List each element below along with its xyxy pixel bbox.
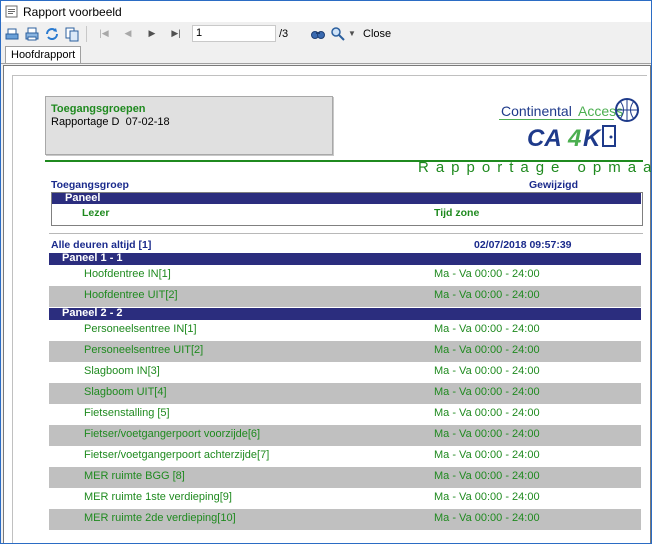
refresh-icon — [46, 27, 58, 40]
reader-time-zone: Ma - Va 00:00 - 24:00 — [434, 323, 540, 335]
last-page-icon[interactable]: ▶| — [164, 28, 188, 39]
reader-time-zone: Ma - Va 00:00 - 24:00 — [434, 512, 540, 524]
table-row: Fietser/voetgangerpoort voorzijde[6] Ma … — [49, 425, 641, 446]
export-icon — [65, 27, 79, 41]
reader-door-name: Fietsenstalling [5] — [84, 407, 170, 419]
svg-text:Continental: Continental — [501, 103, 572, 119]
header-divider — [49, 233, 643, 234]
next-page-icon[interactable]: ▶ — [140, 28, 164, 39]
table-row: MER ruimte 1ste verdieping[9] Ma - Va 00… — [49, 488, 641, 509]
tab-hoofdrapport[interactable]: Hoofdrapport — [5, 46, 82, 63]
print-icon — [25, 27, 39, 40]
report-title: Rapportage opmaak — [418, 159, 652, 176]
table-row: Slagboom UIT[4] Ma - Va 00:00 - 24:00 — [49, 383, 641, 404]
reader-time-zone: Ma - Va 00:00 - 24:00 — [434, 449, 540, 461]
report-header-box: Toegangsgroepen Rapportage D 07-02-18 — [45, 96, 333, 155]
reader-time-zone: Ma - Va 00:00 - 24:00 — [434, 344, 540, 356]
reader-door-name: MER ruimte BGG [8] — [84, 470, 185, 482]
reader-time-zone: Ma - Va 00:00 - 24:00 — [434, 268, 540, 280]
print-setup-button[interactable] — [3, 25, 21, 43]
toolbar-separator — [86, 25, 87, 42]
reader-door-name: Slagboom IN[3] — [84, 365, 160, 377]
report-window: Rapport voorbeeld |◀ ◀ ▶ ▶| 1 /3 ▼ Close… — [0, 0, 652, 544]
svg-text:CA: CA — [527, 125, 562, 152]
group-changed-date: 02/07/2018 09:57:39 — [474, 239, 572, 251]
export-button[interactable] — [63, 25, 81, 43]
column-panel-label: Paneel — [65, 192, 101, 204]
table-row: Hoofdentree UIT[2] Ma - Va 00:00 - 24:00 — [49, 286, 641, 307]
reader-time-zone: Ma - Va 00:00 - 24:00 — [434, 428, 540, 440]
first-page-icon[interactable]: |◀ — [92, 28, 116, 39]
reader-time-zone: Ma - Va 00:00 - 24:00 — [434, 491, 540, 503]
table-row: Personeelsentree IN[1] Ma - Va 00:00 - 2… — [49, 320, 641, 341]
report-header-title: Toegangsgroepen — [51, 103, 146, 115]
reader-door-name: Slagboom UIT[4] — [84, 386, 167, 398]
svg-text:4: 4 — [567, 125, 581, 152]
report-page: Toegangsgroepen Rapportage D 07-02-18 Co… — [12, 75, 651, 543]
reader-door-name: Personeelsentree IN[1] — [84, 323, 197, 335]
table-row: MER ruimte BGG [8] Ma - Va 00:00 - 24:00 — [49, 467, 641, 488]
reader-time-zone: Ma - Va 00:00 - 24:00 — [434, 470, 540, 482]
reader-door-name: MER ruimte 1ste verdieping[9] — [84, 491, 232, 503]
column-panel-bar: Paneel — [52, 193, 641, 204]
table-row: Fietsenstalling [5] Ma - Va 00:00 - 24:0… — [49, 404, 641, 425]
report-toolbar: |◀ ◀ ▶ ▶| 1 /3 ▼ Close — [1, 22, 651, 45]
window-title: Rapport voorbeeld — [23, 4, 122, 19]
reader-time-zone: Ma - Va 00:00 - 24:00 — [434, 365, 540, 377]
reader-time-zone: Ma - Va 00:00 - 24:00 — [434, 407, 540, 419]
reader-door-name: Personeelsentree UIT[2] — [84, 344, 204, 356]
group-name: Alle deuren altijd [1] — [51, 239, 152, 251]
panel-1-bar: Paneel 1 - 1 — [49, 253, 641, 265]
reader-door-name: Fietser/voetgangerpoort voorzijde[6] — [84, 428, 261, 440]
reader-time-zone: Ma - Va 00:00 - 24:00 — [434, 289, 540, 301]
table-row: Slagboom IN[3] Ma - Va 00:00 - 24:00 — [49, 362, 641, 383]
reader-time-zone: Ma - Va 00:00 - 24:00 — [434, 386, 540, 398]
continental-access-logo: Continental Access CA 4 K — [499, 98, 639, 152]
tab-bar: Hoofdrapport — [1, 45, 651, 64]
column-reader-label: Lezer — [82, 207, 110, 219]
table-row: Fietser/voetgangerpoort achterzijde[7] M… — [49, 446, 641, 467]
print-setup-icon — [5, 28, 19, 39]
svg-text:K: K — [583, 125, 602, 152]
report-viewer[interactable]: Toegangsgroepen Rapportage D 07-02-18 Co… — [3, 65, 651, 543]
app-icon — [5, 5, 18, 18]
reader-door-name: Fietser/voetgangerpoort achterzijde[7] — [84, 449, 270, 461]
reader-door-name: MER ruimte 2de verdieping[10] — [84, 512, 236, 524]
panel-2-bar: Paneel 2 - 2 — [49, 308, 641, 320]
reader-door-name: Hoofdentree UIT[2] — [84, 289, 178, 301]
previous-page-icon[interactable]: ◀ — [116, 28, 140, 39]
panel-1-name: Paneel 1 - 1 — [62, 252, 123, 264]
column-timezone-label: Tijd zone — [434, 207, 480, 219]
column-changed-label: Gewijzigd — [529, 179, 579, 191]
title-bar: Rapport voorbeeld — [1, 1, 651, 22]
print-button[interactable] — [23, 25, 41, 43]
zoom-icon — [331, 26, 345, 41]
dropdown-arrow-icon[interactable]: ▼ — [347, 29, 357, 38]
column-group-label: Toegangsgroep — [51, 179, 129, 191]
report-date: 07-02-18 — [125, 116, 170, 128]
page-number-input[interactable]: 1 — [192, 25, 276, 42]
page-total: /3 — [279, 27, 289, 40]
zoom-button[interactable] — [329, 25, 347, 43]
close-button[interactable]: Close — [363, 28, 391, 40]
table-row: MER ruimte 2de verdieping[10] Ma - Va 00… — [49, 509, 641, 530]
table-row: Hoofdentree IN[1] Ma - Va 00:00 - 24:00 — [49, 265, 641, 286]
refresh-button[interactable] — [43, 25, 61, 43]
panel-2-name: Paneel 2 - 2 — [62, 307, 123, 319]
search-button[interactable] — [309, 25, 327, 43]
reader-door-name: Hoofdentree IN[1] — [84, 268, 171, 280]
report-subtitle-prefix: Rapportage D — [51, 116, 120, 128]
table-row: Personeelsentree UIT[2] Ma - Va 00:00 - … — [49, 341, 641, 362]
report-header-subtitle: Rapportage D 07-02-18 — [51, 116, 170, 128]
search-icon — [311, 30, 325, 39]
